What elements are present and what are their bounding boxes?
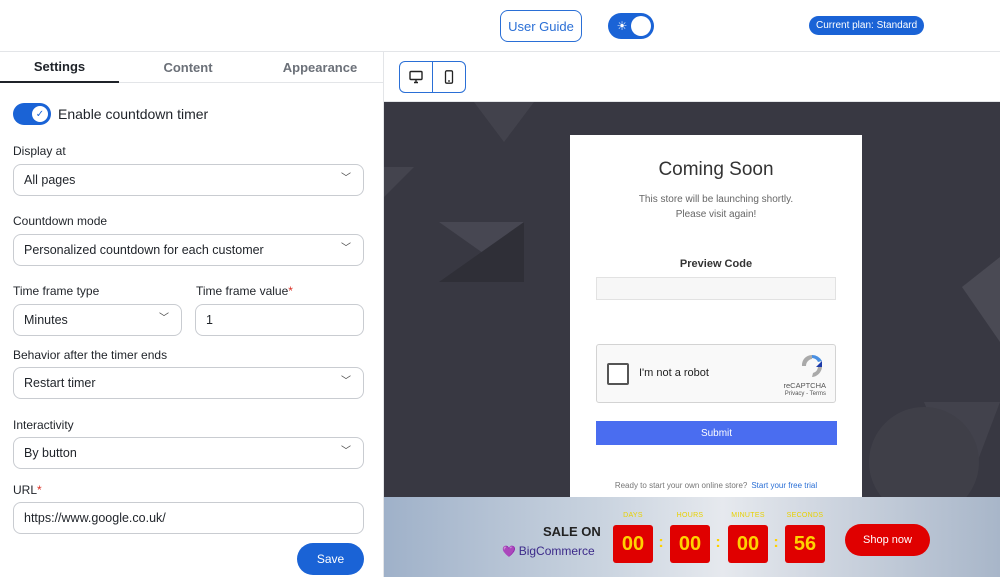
heart-icon: 💜: [502, 545, 516, 558]
hours-unit: HOURS 00: [670, 512, 710, 563]
save-button[interactable]: Save: [297, 543, 364, 575]
url-label: URL*: [13, 483, 42, 497]
separator: :: [658, 534, 664, 551]
days-label: DAYS: [623, 512, 643, 519]
time-frame-type-label: Time frame type: [13, 284, 100, 298]
seconds-unit: SECONDS 56: [785, 512, 825, 563]
required-mark: *: [37, 483, 42, 497]
enable-countdown-label: Enable countdown timer: [58, 106, 209, 122]
preview-code-input[interactable]: [596, 277, 836, 300]
seconds-label: SECONDS: [786, 512, 824, 519]
minutes-label: MINUTES: [731, 512, 765, 519]
bigcommerce-brand: 💜 BigCommerce: [502, 544, 595, 558]
countdown-bar: SALE ON 💜 BigCommerce DAYS 00 : HOURS 00 …: [384, 497, 1000, 577]
check-icon: ✓: [32, 106, 48, 122]
countdown-mode-select[interactable]: Personalized countdown for each customer…: [13, 234, 364, 266]
desktop-view-button[interactable]: [400, 62, 433, 92]
preview-toolbar: [384, 52, 1000, 102]
brand-name: BigCommerce: [518, 544, 595, 558]
url-label-text: URL: [13, 483, 38, 497]
launch-line-1: This store will be launching shortly.: [638, 194, 794, 205]
url-value: https://www.google.co.uk/: [24, 511, 166, 525]
top-bar: User Guide ☀ Current plan: Standard: [0, 0, 1000, 52]
coming-soon-title: Coming Soon: [658, 159, 774, 180]
submit-button[interactable]: Submit: [596, 421, 837, 445]
recaptcha-checkbox[interactable]: [607, 363, 629, 385]
display-at-select[interactable]: All pages ﹀: [13, 164, 364, 196]
days-value: 00: [613, 525, 653, 563]
time-frame-value-input[interactable]: 1: [195, 304, 364, 336]
launch-line-2: Please visit again!: [675, 209, 757, 220]
countdown-mode-label: Countdown mode: [13, 214, 108, 228]
tab-appearance[interactable]: Appearance: [256, 52, 384, 83]
tab-bar: Settings Content Appearance: [0, 52, 384, 83]
settings-panel: Settings Content Appearance ✓ Enable cou…: [0, 52, 384, 577]
enable-countdown-switch[interactable]: ✓: [13, 103, 51, 125]
enable-countdown-row: ✓ Enable countdown timer: [13, 103, 208, 125]
minutes-value: 00: [728, 525, 768, 563]
chevron-down-icon: ﹀: [341, 376, 351, 387]
interactivity-select[interactable]: By button ﹀: [13, 437, 364, 469]
countdown-mode-value: Personalized countdown for each customer: [24, 243, 264, 257]
seconds-value: 56: [785, 525, 825, 563]
chevron-down-icon: ﹀: [341, 173, 351, 184]
sale-on-text: SALE ON: [543, 524, 601, 539]
separator: :: [773, 534, 779, 551]
chevron-down-icon: ﹀: [341, 446, 351, 457]
chevron-down-icon: ﹀: [341, 243, 351, 254]
shop-now-button[interactable]: Shop now: [845, 524, 930, 556]
display-at-value: All pages: [24, 173, 76, 187]
tab-settings[interactable]: Settings: [0, 52, 119, 83]
ready-message: Ready to start your own online store? Sta…: [570, 481, 862, 490]
time-frame-type-value: Minutes: [24, 313, 68, 327]
current-plan-badge: Current plan: Standard: [809, 16, 925, 35]
interactivity-label: Interactivity: [13, 418, 74, 432]
coming-soon-card: Coming Soon This store will be launching…: [570, 135, 862, 497]
mobile-icon: [444, 70, 453, 84]
display-at-label: Display at: [13, 144, 66, 158]
chevron-down-icon: ﹀: [159, 313, 169, 324]
time-frame-value-label: Time frame value*: [196, 284, 293, 298]
time-frame-value: 1: [206, 313, 213, 327]
toggle-knob: [631, 16, 651, 36]
required-mark: *: [288, 284, 293, 298]
device-switcher: [399, 61, 466, 93]
behavior-select[interactable]: Restart timer ﹀: [13, 367, 364, 399]
hours-value: 00: [670, 525, 710, 563]
separator: :: [715, 534, 721, 551]
mobile-view-button[interactable]: [433, 62, 466, 92]
behavior-value: Restart timer: [24, 376, 96, 390]
preview-code-label: Preview Code: [679, 258, 753, 270]
desktop-icon: [409, 70, 423, 84]
time-frame-type-select[interactable]: Minutes ﹀: [13, 304, 182, 336]
recaptcha-brand: reCAPTCHA: [783, 381, 826, 390]
interactivity-value: By button: [24, 446, 77, 460]
hours-label: HOURS: [676, 512, 704, 519]
days-unit: DAYS 00: [613, 512, 653, 563]
recaptcha-logo-icon: [801, 354, 822, 377]
launch-message: This store will be launching shortly. Pl…: [570, 192, 862, 222]
recaptcha-widget: I'm not a robot reCAPTCHA Privacy - Term…: [596, 344, 836, 403]
tab-content[interactable]: Content: [128, 52, 248, 83]
url-input[interactable]: https://www.google.co.uk/: [13, 502, 364, 534]
store-preview: Coming Soon This store will be launching…: [384, 102, 1000, 497]
ready-text: Ready to start your own online store?: [614, 481, 748, 490]
behavior-label: Behavior after the timer ends: [13, 348, 168, 362]
time-frame-value-label-text: Time frame value: [196, 284, 289, 298]
minutes-unit: MINUTES 00: [728, 512, 768, 563]
user-guide-button[interactable]: User Guide: [500, 10, 582, 42]
free-trial-link[interactable]: Start your free trial: [751, 481, 817, 490]
sun-icon: ☀: [616, 19, 628, 33]
recaptcha-privacy-terms[interactable]: Privacy - Terms: [785, 391, 826, 397]
recaptcha-label: I'm not a robot: [639, 367, 709, 379]
theme-toggle[interactable]: ☀: [608, 13, 654, 39]
